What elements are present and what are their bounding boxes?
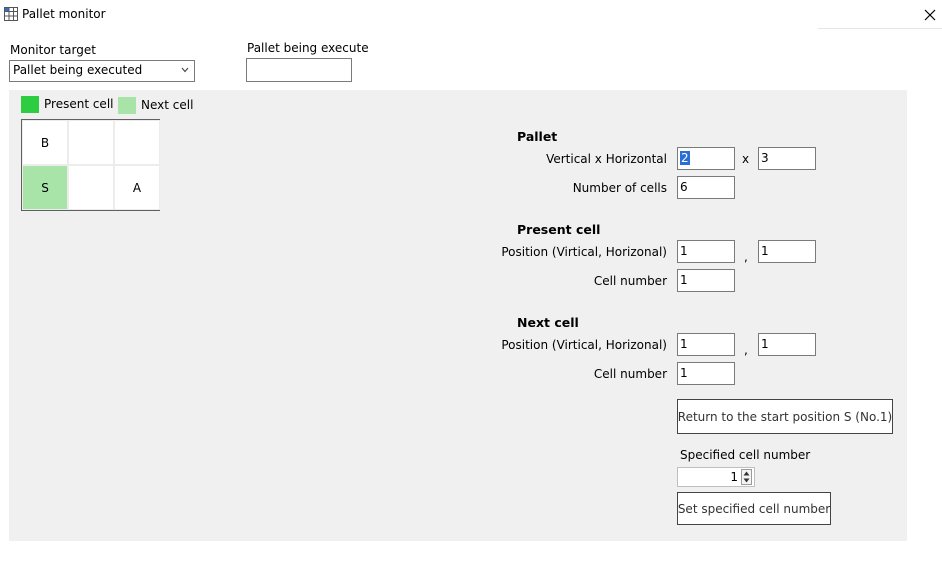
present-cell-heading: Present cell	[517, 222, 601, 237]
present-cell-legend-label: Present cell	[44, 97, 114, 111]
pallet-grid-icon	[4, 7, 18, 21]
next-horizontal-field[interactable]: 1	[758, 333, 816, 356]
next-cell-number-field[interactable]: 1	[677, 362, 735, 385]
present-cell-number-label: Cell number	[593, 274, 667, 288]
present-cell-swatch	[21, 96, 39, 113]
present-comma: ,	[744, 250, 748, 264]
present-vertical-field[interactable]: 1	[677, 240, 735, 263]
pallet-being-execute-field[interactable]	[246, 58, 352, 82]
specified-cell-number-spinner[interactable]: 1	[677, 467, 755, 487]
grid-cell	[68, 165, 114, 210]
number-of-cells-field[interactable]: 6	[677, 176, 735, 199]
times-sign: x	[742, 152, 750, 166]
present-horizontal-field[interactable]: 1	[758, 240, 816, 263]
pallet-being-execute-label: Pallet being execute	[247, 41, 369, 55]
next-cell-legend-label: Next cell	[141, 98, 194, 112]
title-bar	[0, 0, 942, 29]
grid-cell-highlighted: S	[22, 165, 68, 210]
monitor-target-label: Monitor target	[10, 43, 96, 57]
next-position-label: Position (Virtical, Horizonal)	[501, 338, 667, 352]
arrow-down-icon	[743, 478, 750, 483]
grid-cell: A	[114, 165, 160, 210]
specified-cell-number-label: Specified cell number	[680, 448, 811, 462]
specified-cell-number-value: 1	[730, 470, 738, 484]
pallet-vertical-field[interactable]: 2	[677, 147, 735, 170]
vertical-horizontal-label: Vertical x Horizontal	[546, 152, 667, 166]
arrow-up-icon	[743, 471, 750, 476]
monitor-target-value: Pallet being executed	[13, 63, 143, 77]
chevron-down-icon	[181, 67, 189, 73]
next-cell-heading: Next cell	[517, 315, 579, 330]
next-cell-swatch	[118, 97, 136, 114]
present-cell-number-field[interactable]: 1	[677, 269, 735, 292]
pallet-grid: B S A	[21, 119, 160, 211]
number-of-cells-label: Number of cells	[572, 181, 667, 195]
next-vertical-field[interactable]: 1	[677, 333, 735, 356]
spinner-buttons	[741, 469, 752, 485]
window-title: Pallet monitor	[22, 7, 106, 21]
grid-cell: B	[22, 120, 68, 165]
next-cell-number-label: Cell number	[593, 367, 667, 381]
close-icon	[924, 9, 936, 21]
pallet-heading: Pallet	[517, 129, 558, 144]
next-comma: ,	[744, 343, 748, 357]
close-button[interactable]	[918, 3, 942, 27]
title-separator	[818, 28, 942, 29]
monitor-target-select[interactable]: Pallet being executed	[9, 60, 195, 82]
grid-cell	[68, 120, 114, 165]
grid-cell	[114, 120, 160, 165]
return-to-start-button[interactable]: Return to the start position S (No.1)	[677, 399, 893, 434]
set-specified-cell-number-button[interactable]: Set specified cell number	[677, 492, 831, 525]
spin-up-button[interactable]	[742, 470, 751, 477]
present-position-label: Position (Virtical, Horizonal)	[501, 245, 667, 259]
spin-down-button[interactable]	[742, 477, 751, 484]
pallet-horizontal-field[interactable]: 3	[758, 147, 816, 170]
